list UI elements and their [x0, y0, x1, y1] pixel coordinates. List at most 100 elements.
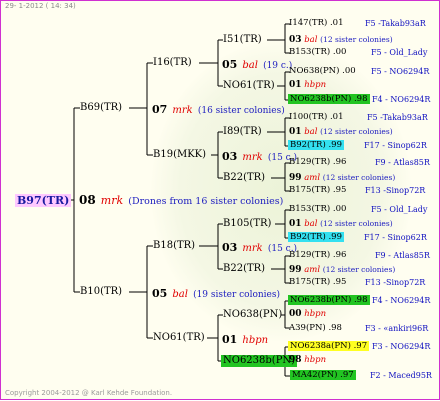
root-name: B97(TR) [15, 194, 72, 207]
gen4-mark: aml [304, 173, 321, 183]
gen2-name[interactable]: B19(MKK) [153, 149, 206, 161]
root-year: 08 [79, 193, 96, 207]
gen4-year: 01 [289, 80, 302, 90]
gen4-name: A39(PN) .98 [289, 323, 342, 333]
gen2-mark: hbpn [242, 335, 269, 346]
gen4-source: F5 - NO6294R [371, 67, 430, 76]
gen4-mark: aml [304, 265, 321, 275]
gen1-top-mark: mrk [172, 105, 193, 116]
gen4-mark: bal [304, 127, 318, 137]
gen2-drone-info: 01 hbpn [222, 332, 268, 347]
gen3-name[interactable]: NO61(TR) [223, 80, 275, 92]
gen4-name: B129(TR) .96 [289, 250, 347, 260]
gen4-source: F4 - NO6294R [372, 95, 431, 104]
gen4-year: 00 [289, 309, 302, 319]
gen2-name[interactable]: B18(TR) [153, 240, 195, 252]
gen4-row[interactable]: B175(TR) .95 F13 -Sinop72R [289, 185, 425, 196]
gen4-row[interactable]: NO638(PN) .00 F5 - NO6294R [289, 66, 429, 77]
gen1-top-name[interactable]: B69(TR) [80, 102, 122, 114]
gen4-row[interactable]: B92(TR) .99 F17 - Sinop62R [288, 232, 427, 243]
gen4-drone-row: 00 hbpn [289, 309, 326, 320]
gen3-name[interactable]: B105(TR) [223, 218, 271, 230]
gen4-row[interactable]: I147(TR) .01 F5 -Takab93aR [289, 18, 426, 29]
gen1-bottom-note: (19 sister colonies) [193, 290, 280, 300]
gen4-drone-row: 03 bal (12 sister colonies) [289, 34, 393, 46]
gen4-row[interactable]: B92(TR) .99 F17 - Sinop62R [288, 140, 427, 151]
gen1-top-year: 07 [152, 103, 168, 116]
gen4-name: MA42(PN) .97 [290, 370, 356, 380]
gen4-name: B129(TR) .96 [289, 157, 347, 167]
gen4-name: B153(TR) .00 [289, 204, 347, 214]
gen2-drone-info: 03 mrk (15 c.) [222, 149, 297, 164]
gen4-row[interactable]: B129(TR) .96 F9 - Atlas85R [289, 250, 430, 261]
gen4-note: (12 sister colonies) [320, 35, 393, 44]
gen3-name[interactable]: NO6238b(PN) [221, 355, 298, 367]
gen2-year: 03 [222, 241, 238, 254]
gen4-source: F2 - Maced95R [370, 371, 432, 380]
gen1-top-drone-info: 07 mrk (16 sister colonies) [152, 102, 285, 117]
gen4-name: NO6238b(PN) .98 [288, 295, 370, 305]
gen4-mark: bal [304, 219, 318, 229]
gen4-row[interactable]: A39(PN) .98 F3 - «ankiri96R [289, 323, 428, 334]
gen2-year: 03 [222, 150, 238, 163]
gen2-mark: mrk [242, 152, 263, 163]
gen4-note: (12 sister colonies) [320, 219, 393, 228]
gen2-mark: mrk [242, 243, 263, 254]
gen4-name: B92(TR) .99 [288, 140, 344, 150]
gen4-mark: hbpn [304, 309, 327, 319]
copyright: Copyright 2004-2012 @ Karl Kehde Foundat… [5, 389, 173, 397]
gen4-name: NO638(PN) .00 [289, 66, 356, 76]
gen4-source: F5 - Old_Lady [371, 48, 428, 57]
root-drone-info: 08 mrk (Drones from 16 sister colonies) [79, 193, 283, 208]
gen3-name[interactable]: NO638(PN) [223, 309, 282, 321]
gen4-row[interactable]: NO6238b(PN) .98 F4 - NO6294R [288, 295, 430, 306]
gen4-name: B175(TR) .95 [289, 277, 347, 287]
gen4-source: F17 - Sinop62R [364, 233, 427, 242]
gen1-bottom-name[interactable]: B10(TR) [80, 286, 122, 298]
gen4-source: F9 - Atlas85R [375, 158, 430, 167]
root-queen[interactable]: B97(TR) [15, 193, 72, 207]
gen4-year: 99 [289, 173, 302, 183]
gen4-year: 01 [289, 127, 302, 137]
gen2-drone-info: 05 bal (19 c.) [222, 57, 292, 72]
gen4-year: 01 [289, 219, 302, 229]
gen4-row[interactable]: B175(TR) .95 F13 -Sinop72R [289, 277, 425, 288]
gen4-year: 98 [289, 355, 302, 365]
gen4-row[interactable]: I100(TR) .01 F5 -Takab93aR [289, 112, 428, 123]
gen2-name[interactable]: I16(TR) [153, 57, 192, 69]
gen2-note: (19 c.) [263, 61, 293, 71]
gen3-name[interactable]: I51(TR) [223, 34, 262, 46]
gen1-bottom-drone-info: 05 bal (19 sister colonies) [152, 286, 280, 301]
gen2-drone-info: 03 mrk (15 c.) [222, 240, 297, 255]
gen4-drone-row: 99 aml (12 sister colonies) [289, 172, 395, 184]
gen4-row[interactable]: NO6238b(PN) .98 F4 - NO6294R [288, 94, 430, 105]
gen4-note: (12 sister colonies) [322, 173, 396, 182]
gen4-source: F3 - «ankiri96R [365, 324, 429, 333]
gen4-drone-row: 98 hbpn [289, 355, 326, 366]
gen4-source: F5 -Takab93aR [365, 19, 426, 28]
gen4-row[interactable]: NO6238a(PN) .97 F3 - NO6294R [288, 341, 430, 352]
gen4-mark: hbpn [304, 355, 327, 365]
gen4-name: B175(TR) .95 [289, 185, 347, 195]
gen4-row[interactable]: MA42(PN) .97 F2 - Maced95R [290, 370, 432, 381]
gen3-name[interactable]: B22(TR) [223, 263, 265, 275]
gen4-source: F5 -Takab93aR [367, 113, 428, 122]
gen2-year: 01 [222, 333, 238, 346]
gen4-year: 99 [289, 265, 302, 275]
gen4-row[interactable]: B153(TR) .00 F5 - Old_Lady [289, 47, 427, 58]
gen4-row[interactable]: B129(TR) .96 F9 - Atlas85R [289, 157, 430, 168]
gen2-name[interactable]: NO61(TR) [153, 332, 205, 344]
gen1-top-note: (16 sister colonies) [197, 106, 285, 116]
gen4-source: F4 - NO6294R [372, 296, 431, 305]
gen4-row[interactable]: B153(TR) .00 F5 - Old_Lady [289, 204, 427, 215]
gen3-name[interactable]: I89(TR) [223, 126, 262, 138]
gen4-name: B92(TR) .99 [288, 232, 344, 242]
gen1-bottom-year: 05 [152, 287, 168, 300]
root-mark: mrk [100, 194, 124, 207]
gen3-name[interactable]: B22(TR) [223, 172, 265, 184]
gen1-bottom-mark: bal [172, 289, 188, 300]
gen4-source: F17 - Sinop62R [364, 141, 427, 150]
gen4-mark: bal [304, 35, 318, 45]
gen4-drone-row: 01 bal (12 sister colonies) [289, 126, 393, 138]
gen4-note: (12 sister colonies) [320, 127, 393, 136]
